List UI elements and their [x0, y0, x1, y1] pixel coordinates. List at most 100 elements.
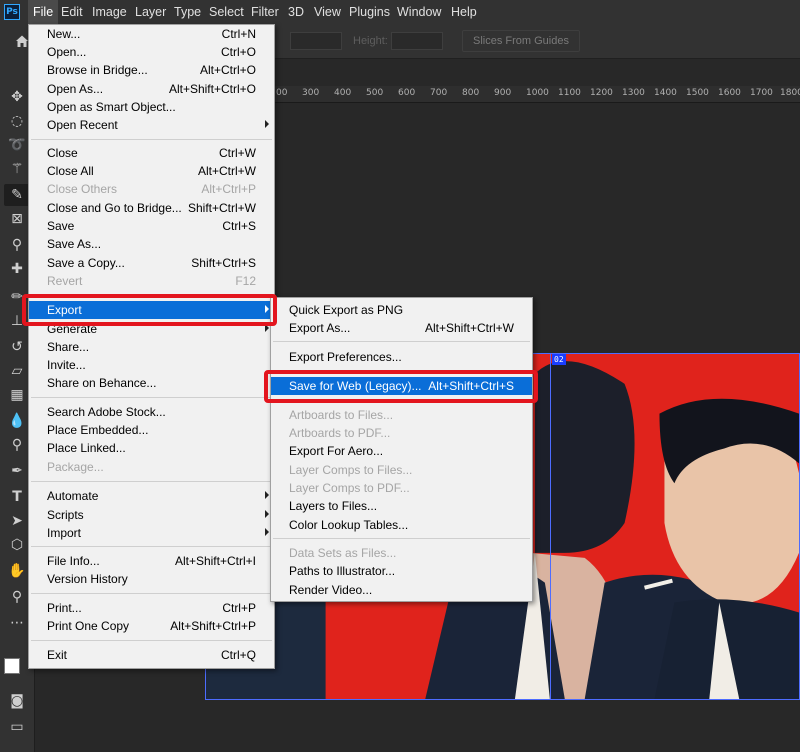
quick-mask-icon[interactable]: ◙ — [4, 690, 30, 712]
menu-item-automate[interactable]: Automate — [29, 487, 274, 505]
menu-item-label: Browse in Bridge... — [47, 63, 148, 77]
history-brush-tool-icon[interactable]: ↺ — [4, 336, 30, 358]
hand-tool-icon[interactable]: ✋ — [4, 560, 30, 582]
shape-tool-icon[interactable]: ⬡ — [4, 534, 30, 556]
pen-tool-icon[interactable]: ✒ — [4, 460, 30, 482]
menu-item-label: Close — [47, 146, 78, 160]
menu-window[interactable]: Window — [397, 0, 441, 24]
menu-item-layers-to-files[interactable]: Layers to Files... — [271, 497, 532, 515]
menu-item-label: Open Recent — [47, 118, 118, 132]
menu-item-open-recent[interactable]: Open Recent — [29, 116, 274, 134]
menu-item-search-adobe-stock[interactable]: Search Adobe Stock... — [29, 403, 274, 421]
menu-plugins[interactable]: Plugins — [349, 0, 390, 24]
height-label: Height: — [353, 35, 388, 47]
menu-item-label: Scripts — [47, 508, 84, 522]
submenu-arrow-icon — [265, 120, 269, 128]
ruler-label: 1300 — [622, 88, 645, 98]
menu-item-close[interactable]: Close Ctrl+W — [29, 144, 274, 162]
path-selection-tool-icon[interactable]: ➤ — [4, 510, 30, 532]
menu-item-invite[interactable]: Invite... — [29, 356, 274, 374]
menu-item-share[interactable]: Share... — [29, 338, 274, 356]
healing-brush-tool-icon[interactable]: ✚ — [4, 258, 30, 280]
menu-item-save-a-copy[interactable]: Save a Copy... Shift+Ctrl+S — [29, 254, 274, 272]
menu-item-render-video[interactable]: Render Video... — [271, 581, 532, 599]
menu-item-export-for-aero[interactable]: Export For Aero... — [271, 442, 532, 460]
menu-item-paths-to-illustrator[interactable]: Paths to Illustrator... — [271, 562, 532, 580]
eraser-tool-icon[interactable]: ▱ — [4, 360, 30, 382]
gradient-tool-icon[interactable]: ▦ — [4, 384, 30, 406]
screen-mode-icon[interactable]: ▭ — [4, 716, 30, 738]
menu-item-print[interactable]: Print... Ctrl+P — [29, 599, 274, 617]
ruler-label: 00 — [276, 88, 288, 98]
ruler-label: 300 — [302, 88, 320, 98]
magic-wand-tool-icon[interactable]: ⚚ — [4, 158, 30, 180]
menu-item-revert: Revert F12 — [29, 272, 274, 290]
menu-item-place-linked[interactable]: Place Linked... — [29, 439, 274, 457]
menu-item-export-as[interactable]: Export As... Alt+Shift+Ctrl+W — [271, 319, 532, 337]
slice-tool-icon[interactable]: ✎ — [4, 184, 30, 206]
menu-item-close-and-go-to-bridge[interactable]: Close and Go to Bridge... Shift+Ctrl+W — [29, 199, 274, 217]
menu-item-place-embedded[interactable]: Place Embedded... — [29, 421, 274, 439]
menu-layer[interactable]: Layer — [135, 0, 166, 24]
eyedropper-tool-icon[interactable]: ⚲ — [4, 234, 30, 256]
menu-item-export-preferences[interactable]: Export Preferences... — [271, 348, 532, 366]
slices-from-guides-button[interactable]: Slices From Guides — [462, 30, 580, 52]
more-tools-icon[interactable]: ⋯ — [4, 612, 30, 634]
menu-item-import[interactable]: Import — [29, 524, 274, 542]
menu-help[interactable]: Help — [451, 0, 477, 24]
menu-item-version-history[interactable]: Version History — [29, 570, 274, 588]
lasso-tool-icon[interactable]: ➰ — [4, 134, 30, 156]
menu-separator — [31, 640, 272, 641]
menu-item-browse-in-bridge[interactable]: Browse in Bridge... Alt+Ctrl+O — [29, 61, 274, 79]
menu-image[interactable]: Image — [92, 0, 127, 24]
width-input[interactable] — [290, 32, 342, 50]
artboard-label[interactable]: 02 — [552, 354, 566, 365]
menu-item-exit[interactable]: Exit Ctrl+Q — [29, 646, 274, 664]
menu-item-label: Print... — [47, 601, 82, 615]
ruler-label: 1500 — [686, 88, 709, 98]
menu-select[interactable]: Select — [209, 0, 244, 24]
menu-item-save[interactable]: Save Ctrl+S — [29, 217, 274, 235]
ruler-label: 1600 — [718, 88, 741, 98]
menu-edit[interactable]: Edit — [61, 0, 83, 24]
menu-item-package: Package... — [29, 458, 274, 476]
menu-item-open[interactable]: Open... Ctrl+O — [29, 43, 274, 61]
menu-view[interactable]: View — [314, 0, 341, 24]
type-tool-icon[interactable]: T — [4, 486, 30, 508]
menu-item-share-on-behance[interactable]: Share on Behance... — [29, 374, 274, 392]
menu-item-file-info[interactable]: File Info... Alt+Shift+Ctrl+I — [29, 552, 274, 570]
menu-item-label: Version History — [47, 572, 128, 586]
menu-item-scripts[interactable]: Scripts — [29, 506, 274, 524]
menu-item-print-one-copy[interactable]: Print One Copy Alt+Shift+Ctrl+P — [29, 617, 274, 635]
blur-tool-icon[interactable]: 💧 — [4, 410, 30, 432]
move-tool-icon[interactable]: ✥ — [4, 86, 30, 108]
export-submenu: Quick Export as PNG Export As... Alt+Shif… — [270, 297, 533, 602]
menu-separator — [31, 397, 272, 398]
zoom-tool-icon[interactable]: ⚲ — [4, 586, 30, 608]
menu-item-label: Open As... — [47, 82, 104, 96]
menu-item-label: Save a Copy... — [47, 256, 125, 270]
home-icon[interactable] — [15, 34, 29, 48]
menu-filter[interactable]: Filter — [251, 0, 279, 24]
frame-tool-icon[interactable]: ⊠ — [4, 208, 30, 230]
menu-item-save-as[interactable]: Save As... — [29, 235, 274, 253]
menu-file[interactable]: File — [28, 0, 59, 24]
height-input[interactable] — [391, 32, 443, 50]
foreground-color-swatch[interactable] — [4, 658, 20, 674]
menu-item-open-as-smart-object[interactable]: Open as Smart Object... — [29, 98, 274, 116]
menu-item-quick-export-as-png[interactable]: Quick Export as PNG — [271, 301, 532, 319]
menu-3d[interactable]: 3D — [288, 0, 304, 24]
menu-item-shortcut: F12 — [235, 274, 256, 288]
menu-item-close-all[interactable]: Close All Alt+Ctrl+W — [29, 162, 274, 180]
marquee-tool-icon[interactable]: ◌ — [4, 110, 30, 132]
menu-item-shortcut: Alt+Shift+Ctrl+W — [424, 321, 514, 335]
menu-item-color-lookup-tables[interactable]: Color Lookup Tables... — [271, 516, 532, 534]
menu-item-label: Close Others — [47, 182, 118, 196]
menu-item-new[interactable]: New... Ctrl+N — [29, 25, 274, 43]
dodge-tool-icon[interactable]: ⚲ — [4, 434, 30, 456]
menu-item-shortcut: Alt+Ctrl+P — [201, 182, 256, 196]
menu-type[interactable]: Type — [174, 0, 201, 24]
menu-item-data-sets-as-files: Data Sets as Files... — [271, 544, 532, 562]
menu-item-open-as[interactable]: Open As... Alt+Shift+Ctrl+O — [29, 80, 274, 98]
menu-item-shortcut: Alt+Shift+Ctrl+P — [170, 619, 256, 633]
